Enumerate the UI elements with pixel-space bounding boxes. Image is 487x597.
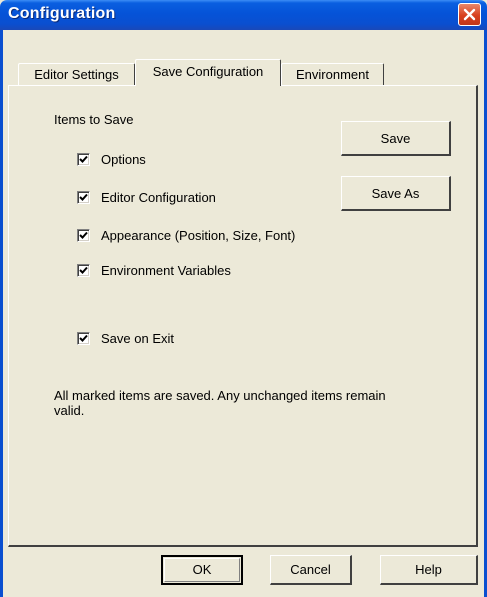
info-text: All marked items are saved. Any unchange…	[54, 388, 386, 418]
checkmark-icon	[79, 266, 88, 274]
window-title: Configuration	[8, 5, 116, 22]
title-bar[interactable]: Configuration	[0, 0, 487, 30]
tab-environment[interactable]: Environment	[281, 63, 384, 85]
checkmark-icon	[79, 155, 88, 163]
tab-label: Editor Settings	[34, 67, 119, 82]
options-label: Options	[101, 152, 146, 167]
close-button[interactable]	[458, 3, 481, 26]
tab-save-configuration[interactable]: Save Configuration	[135, 59, 281, 86]
window-frame-left	[0, 30, 3, 597]
environment-variables-checkbox[interactable]	[77, 264, 90, 277]
options-checkbox[interactable]	[77, 153, 90, 166]
editor-configuration-checkbox[interactable]	[77, 191, 90, 204]
environment-variables-label: Environment Variables	[101, 263, 231, 278]
editor-configuration-label: Editor Configuration	[101, 190, 216, 205]
save-on-exit-label: Save on Exit	[101, 331, 174, 346]
tab-label: Save Configuration	[152, 64, 264, 79]
ok-label: OK	[192, 562, 212, 577]
tab-editor-settings[interactable]: Editor Settings	[18, 63, 135, 85]
checkmark-icon	[79, 334, 88, 342]
checkmark-icon	[79, 193, 88, 201]
close-icon	[463, 8, 476, 21]
ok-button[interactable]: OK	[161, 555, 243, 585]
configuration-dialog: Configuration Editor Settings Save Confi…	[0, 0, 487, 597]
appearance-checkbox[interactable]	[77, 229, 90, 242]
appearance-label: Appearance (Position, Size, Font)	[101, 228, 296, 243]
save-on-exit-checkbox[interactable]	[77, 332, 90, 345]
cancel-button[interactable]: Cancel	[270, 555, 352, 585]
tab-label: Environment	[296, 67, 369, 82]
help-button[interactable]: Help	[380, 555, 478, 585]
save-button[interactable]: Save	[341, 121, 451, 156]
save-as-button[interactable]: Save As	[341, 176, 451, 211]
items-to-save-heading: Items to Save	[54, 112, 134, 127]
checkmark-icon	[79, 231, 88, 239]
